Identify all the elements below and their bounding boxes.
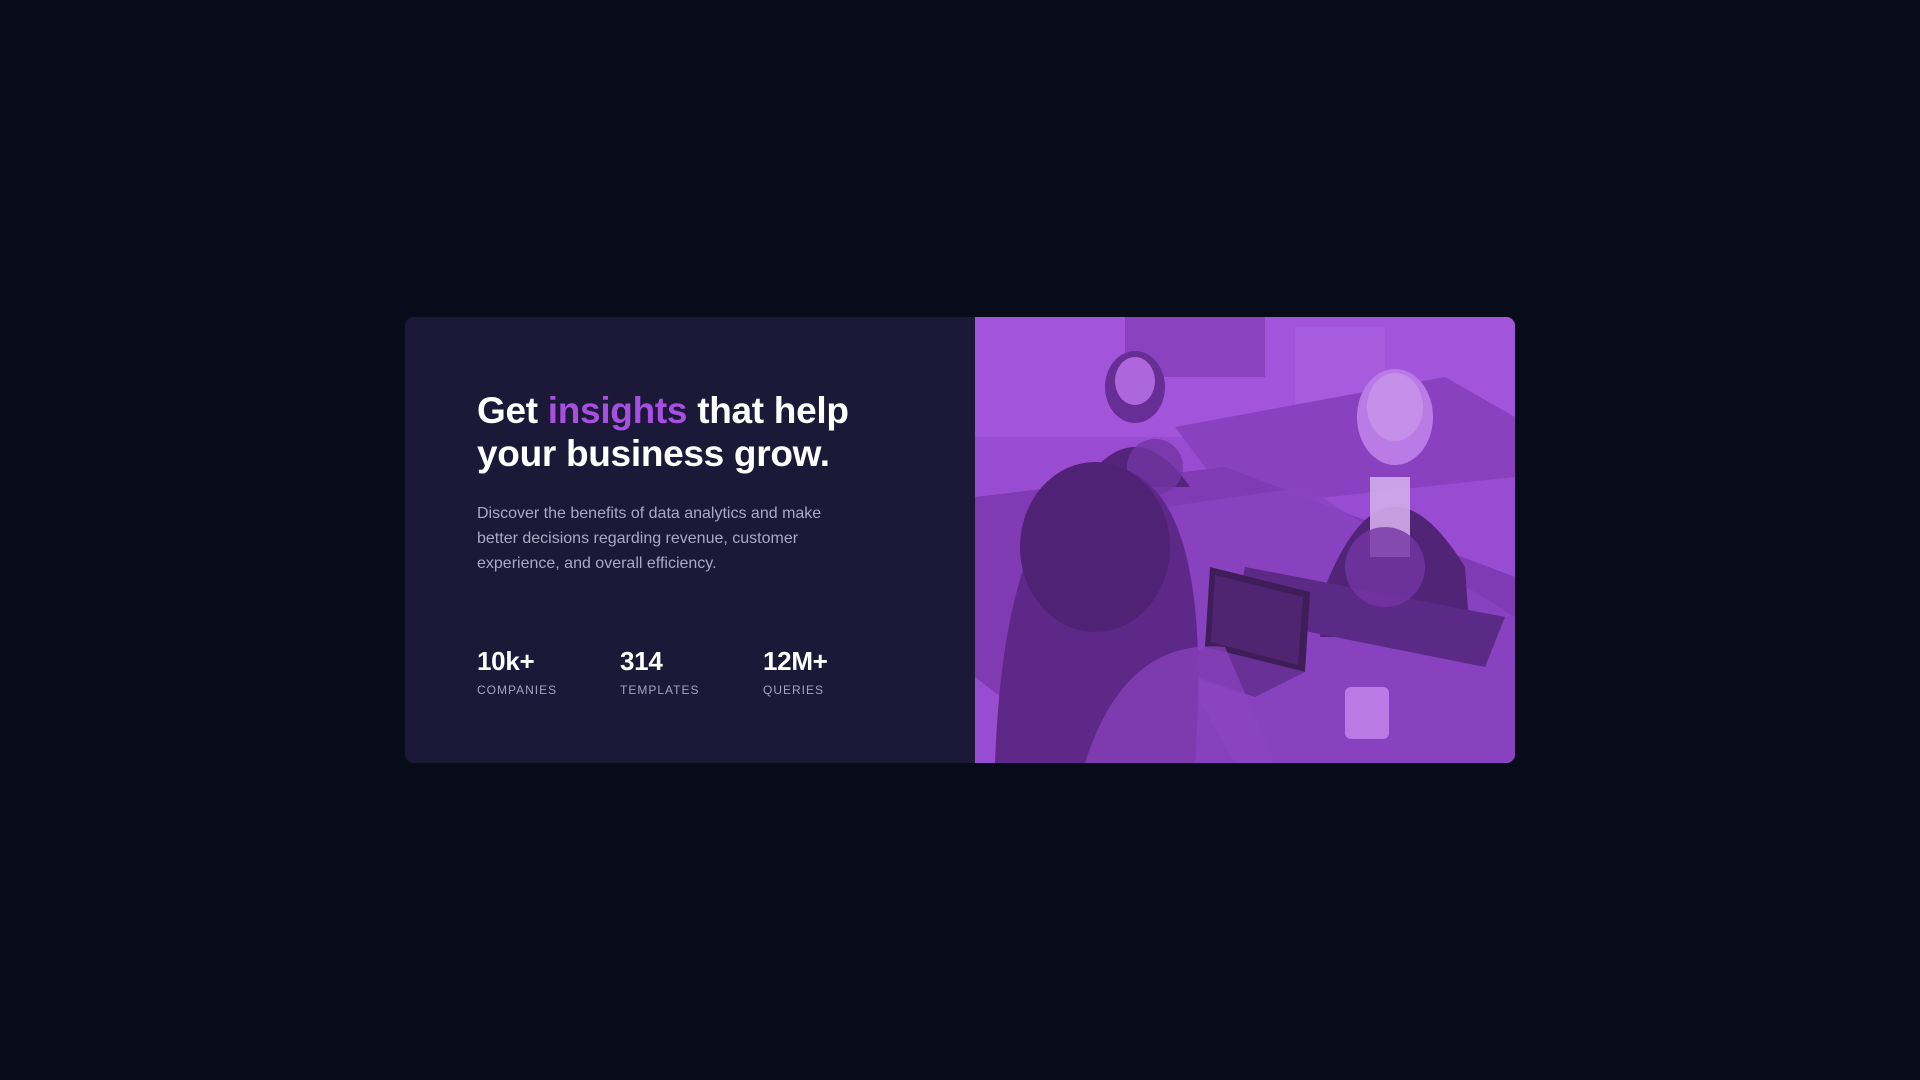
- team-meeting-photo: [975, 317, 1515, 763]
- team-meeting-illustration: [975, 317, 1515, 763]
- insights-card: Get insights that help your business gro…: [405, 317, 1515, 763]
- stats-row: 10k+ COMPANIES 314 TEMPLATES 12M+ QUERIE…: [477, 646, 843, 697]
- stat-label: COMPANIES: [477, 683, 558, 697]
- card-content: Get insights that help your business gro…: [405, 317, 975, 763]
- headline-part-1: Get: [477, 390, 548, 431]
- stat-companies: 10k+ COMPANIES: [477, 646, 620, 697]
- stat-templates: 314 TEMPLATES: [620, 646, 763, 697]
- stat-value: 10k+: [477, 646, 535, 676]
- stat-label: TEMPLATES: [620, 683, 700, 697]
- stat-queries: 12M+ QUERIES: [763, 646, 843, 697]
- headline-accent: insights: [547, 390, 688, 431]
- stat-value: 314: [620, 646, 663, 676]
- stat-value: 12M+: [763, 646, 828, 676]
- description: Discover the benefits of data analytics …: [477, 505, 822, 572]
- stat-label: QUERIES: [763, 683, 825, 697]
- headline: Get insights that help your business gro…: [477, 389, 907, 475]
